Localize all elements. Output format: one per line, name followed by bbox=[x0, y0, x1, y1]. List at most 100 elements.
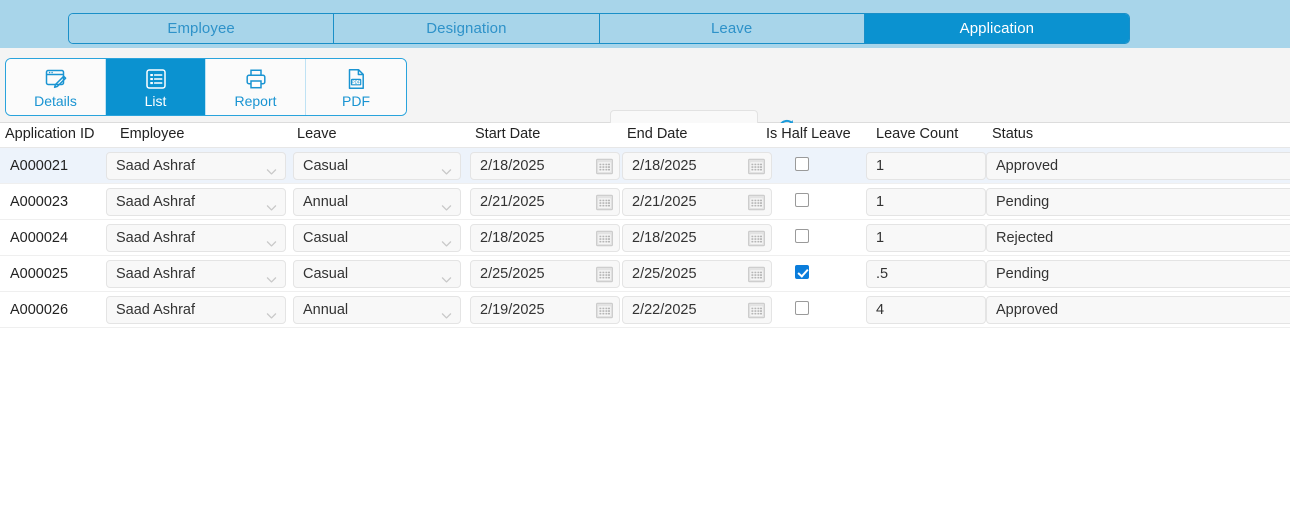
end-date-value: 2/21/2025 bbox=[632, 194, 697, 210]
leave-cell: Casual bbox=[293, 224, 461, 252]
chevron-down-icon bbox=[265, 197, 278, 211]
employee-cell: Saad Ashraf bbox=[106, 188, 286, 216]
employee-select[interactable]: Saad Ashraf bbox=[106, 260, 286, 288]
column-header-leave-count[interactable]: Leave Count bbox=[876, 126, 958, 142]
pdf-button[interactable]: PDF PDF bbox=[306, 59, 406, 115]
start-date-input[interactable]: 2/25/2025 bbox=[470, 260, 620, 288]
end-date-input[interactable]: 2/25/2025 bbox=[622, 260, 772, 288]
table-row[interactable]: A000026 Saad Ashraf Annual 2/19/2025 2/22… bbox=[0, 292, 1290, 328]
employee-select[interactable]: Saad Ashraf bbox=[106, 188, 286, 216]
column-header-leave[interactable]: Leave bbox=[297, 126, 337, 142]
leave-count-value: 1 bbox=[876, 230, 885, 246]
column-header-is-half-leave[interactable]: Is Half Leave bbox=[766, 126, 851, 142]
calendar-icon[interactable] bbox=[596, 158, 613, 175]
start-date-value: 2/25/2025 bbox=[480, 266, 545, 282]
status-value: Approved bbox=[996, 302, 1059, 318]
leave-count-input[interactable]: .5 bbox=[866, 260, 986, 288]
leave-type-select[interactable]: Casual bbox=[293, 152, 461, 180]
end-date-input[interactable]: 2/18/2025 bbox=[622, 152, 772, 180]
leave-type-select[interactable]: Casual bbox=[293, 260, 461, 288]
status-input[interactable]: Rejected bbox=[986, 224, 1290, 252]
leave-count-input[interactable]: 4 bbox=[866, 296, 986, 324]
calendar-icon[interactable] bbox=[748, 194, 765, 211]
start-date-value: 2/21/2025 bbox=[480, 194, 545, 210]
column-header-end-date[interactable]: End Date bbox=[627, 126, 687, 142]
is-half-leave-checkbox[interactable] bbox=[795, 193, 809, 207]
application-id-cell: A000026 bbox=[0, 296, 100, 324]
list-button-label: List bbox=[144, 92, 167, 109]
status-input[interactable]: Approved bbox=[986, 152, 1290, 180]
end-date-value: 2/22/2025 bbox=[632, 302, 697, 318]
calendar-icon[interactable] bbox=[748, 230, 765, 247]
employee-value: Saad Ashraf bbox=[116, 302, 195, 318]
employee-select[interactable]: Saad Ashraf bbox=[106, 152, 286, 180]
is-half-leave-checkbox[interactable] bbox=[795, 301, 809, 315]
start-date-input[interactable]: 2/18/2025 bbox=[470, 152, 620, 180]
end-date-input[interactable]: 2/21/2025 bbox=[622, 188, 772, 216]
column-header-start-date[interactable]: Start Date bbox=[475, 126, 540, 142]
is-half-leave-checkbox[interactable] bbox=[795, 157, 809, 171]
leave-count-cell: 1 bbox=[866, 152, 986, 180]
calendar-icon[interactable] bbox=[596, 302, 613, 319]
start-date-input[interactable]: 2/18/2025 bbox=[470, 224, 620, 252]
column-header-application-id[interactable]: Application ID bbox=[5, 126, 94, 142]
start-date-input[interactable]: 2/21/2025 bbox=[470, 188, 620, 216]
application-id-cell: A000023 bbox=[0, 188, 100, 216]
chevron-down-icon bbox=[265, 161, 278, 175]
status-input[interactable]: Approved bbox=[986, 296, 1290, 324]
tab-application[interactable]: Application bbox=[864, 14, 1129, 43]
pdf-button-label: PDF bbox=[342, 92, 370, 109]
end-date-cell: 2/18/2025 bbox=[622, 224, 772, 252]
report-button[interactable]: Report bbox=[206, 59, 306, 115]
calendar-icon[interactable] bbox=[748, 302, 765, 319]
status-input[interactable]: Pending bbox=[986, 188, 1290, 216]
status-cell: Approved bbox=[986, 152, 1290, 180]
leave-type-select[interactable]: Annual bbox=[293, 296, 461, 324]
end-date-input[interactable]: 2/22/2025 bbox=[622, 296, 772, 324]
employee-value: Saad Ashraf bbox=[116, 194, 195, 210]
status-input[interactable]: Pending bbox=[986, 260, 1290, 288]
calendar-icon[interactable] bbox=[596, 266, 613, 283]
table-row[interactable]: A000025 Saad Ashraf Casual 2/25/2025 2/25… bbox=[0, 256, 1290, 292]
chevron-down-icon bbox=[265, 233, 278, 247]
calendar-icon[interactable] bbox=[596, 230, 613, 247]
start-date-input[interactable]: 2/19/2025 bbox=[470, 296, 620, 324]
calendar-icon[interactable] bbox=[748, 158, 765, 175]
pdf-file-icon: PDF bbox=[344, 67, 368, 91]
svg-text:PDF: PDF bbox=[352, 79, 361, 84]
calendar-icon[interactable] bbox=[596, 194, 613, 211]
column-header-employee[interactable]: Employee bbox=[120, 126, 184, 142]
end-date-cell: 2/18/2025 bbox=[622, 152, 772, 180]
details-button[interactable]: Details bbox=[6, 59, 106, 115]
employee-value: Saad Ashraf bbox=[116, 266, 195, 282]
leave-count-value: .5 bbox=[876, 266, 889, 282]
is-half-leave-checkbox[interactable] bbox=[795, 265, 809, 279]
leave-type-select[interactable]: Casual bbox=[293, 224, 461, 252]
start-date-cell: 2/21/2025 bbox=[470, 188, 620, 216]
table-row[interactable]: A000024 Saad Ashraf Casual 2/18/2025 2/18… bbox=[0, 220, 1290, 256]
leave-count-cell: 4 bbox=[866, 296, 986, 324]
view-mode-button-group: Details List Report PDF PDF bbox=[5, 58, 407, 116]
end-date-input[interactable]: 2/18/2025 bbox=[622, 224, 772, 252]
leave-count-input[interactable]: 1 bbox=[866, 224, 986, 252]
toolbar: Details List Report PDF PDF Leave Status… bbox=[0, 48, 1290, 142]
list-button[interactable]: List bbox=[106, 59, 206, 115]
tab-leave[interactable]: Leave bbox=[599, 14, 865, 43]
application-id-cell: A000024 bbox=[0, 224, 100, 252]
status-cell: Rejected bbox=[986, 224, 1290, 252]
is-half-leave-checkbox[interactable] bbox=[795, 229, 809, 243]
tab-employee[interactable]: Employee bbox=[69, 14, 335, 43]
table-row[interactable]: A000021 Saad Ashraf Casual 2/18/2025 2/18… bbox=[0, 148, 1290, 184]
report-button-label: Report bbox=[234, 92, 277, 109]
leave-count-value: 1 bbox=[876, 194, 885, 210]
chevron-down-icon bbox=[440, 197, 453, 211]
calendar-icon[interactable] bbox=[748, 266, 765, 283]
leave-count-input[interactable]: 1 bbox=[866, 188, 986, 216]
leave-count-input[interactable]: 1 bbox=[866, 152, 986, 180]
tab-designation[interactable]: Designation bbox=[334, 14, 600, 43]
employee-select[interactable]: Saad Ashraf bbox=[106, 224, 286, 252]
leave-type-select[interactable]: Annual bbox=[293, 188, 461, 216]
column-header-status[interactable]: Status bbox=[992, 126, 1033, 142]
table-row[interactable]: A000023 Saad Ashraf Annual 2/21/2025 2/21… bbox=[0, 184, 1290, 220]
employee-select[interactable]: Saad Ashraf bbox=[106, 296, 286, 324]
